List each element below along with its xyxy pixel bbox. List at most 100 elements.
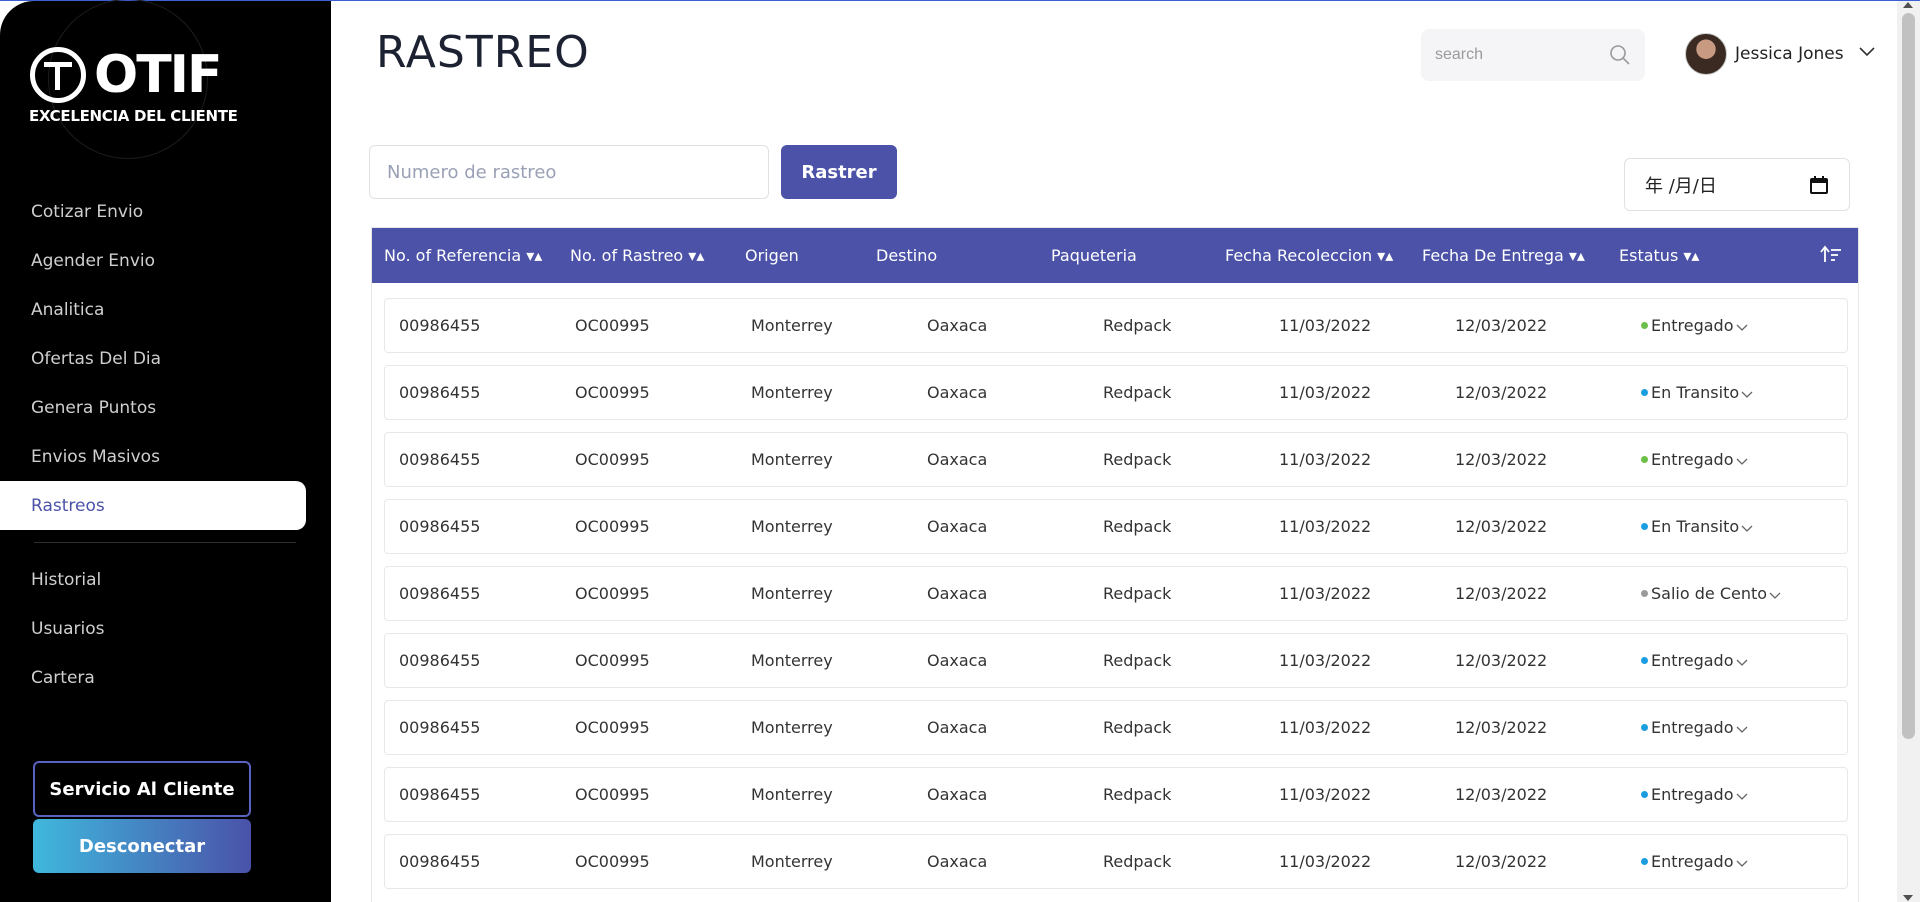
page-title: RASTREO [376, 27, 590, 78]
sidebar-item-rastreos[interactable]: Rastreos [0, 481, 306, 530]
logo-name: OTIF [94, 45, 223, 105]
sidebar-item-ofertas-del-dia[interactable]: Ofertas Del Dia [0, 334, 306, 383]
origin-cell: Monterrey [751, 316, 833, 335]
pickup-date-cell: 11/03/2022 [1279, 584, 1372, 603]
track-button[interactable]: Rastrer [781, 145, 897, 199]
status-dropdown[interactable]: Entregado [1641, 450, 1748, 469]
chevron-down-icon[interactable] [1858, 43, 1876, 61]
search-icon[interactable] [1609, 44, 1631, 66]
sidebar-item-analitica[interactable]: Analitica [0, 285, 306, 334]
column-header[interactable]: Fecha De Entrega ▾▴ [1422, 246, 1585, 265]
chevron-down-icon[interactable] [1741, 389, 1753, 399]
origin-cell: Monterrey [751, 383, 833, 402]
column-header[interactable]: Estatus ▾▴ [1619, 246, 1699, 265]
pickup-date-cell: 11/03/2022 [1279, 785, 1372, 804]
delivery-date-cell: 12/03/2022 [1455, 383, 1548, 402]
status-dropdown[interactable]: Salio de Cento [1641, 584, 1781, 603]
scrollbar[interactable] [1897, 1, 1920, 902]
avatar[interactable] [1685, 33, 1727, 75]
status-dropdown[interactable]: En Transito [1641, 383, 1753, 402]
origin-cell: Monterrey [751, 718, 833, 737]
column-header[interactable]: No. of Rastreo ▾▴ [570, 246, 704, 265]
scroll-down-arrow-icon[interactable] [1903, 895, 1913, 901]
column-header[interactable]: Destino [876, 246, 937, 265]
destination-cell: Oaxaca [927, 852, 988, 871]
chevron-down-icon[interactable] [1741, 523, 1753, 533]
sidebar: OTIF EXCELENCIA DEL CLIENTE Cotizar Envi… [0, 0, 331, 902]
delivery-date-cell: 12/03/2022 [1455, 718, 1548, 737]
sort-icon[interactable] [1820, 245, 1842, 265]
delivery-date-cell: 12/03/2022 [1455, 785, 1548, 804]
chevron-down-icon[interactable] [1736, 322, 1748, 332]
status-dropdown[interactable]: Entregado [1641, 852, 1748, 871]
status-dropdown[interactable]: En Transito [1641, 517, 1753, 536]
origin-cell: Monterrey [751, 785, 833, 804]
calendar-icon[interactable] [1809, 175, 1829, 195]
chevron-down-icon[interactable] [1769, 590, 1781, 600]
tracking-cell: OC00995 [575, 852, 650, 871]
sidebar-item-cotizar-envio[interactable]: Cotizar Envio [0, 187, 306, 236]
column-header[interactable]: No. of Referencia ▾▴ [384, 246, 542, 265]
tracking-number-input[interactable] [369, 145, 769, 199]
date-picker[interactable]: 年 /月/日 [1624, 158, 1850, 211]
column-header[interactable]: Paqueteria [1051, 246, 1137, 265]
destination-cell: Oaxaca [927, 584, 988, 603]
status-label: Entregado [1651, 785, 1734, 804]
chevron-down-icon[interactable] [1736, 858, 1748, 868]
status-dot-icon [1641, 858, 1648, 865]
sidebar-divider [34, 542, 296, 543]
status-label: En Transito [1651, 517, 1740, 536]
table-row[interactable]: 00986455 OC00995 Monterrey Oaxaca Redpack 11/… [384, 834, 1848, 889]
customer-service-button[interactable]: Servicio Al Cliente [33, 761, 251, 817]
status-dropdown[interactable]: Entregado [1641, 785, 1748, 804]
date-placeholder: 年 /月/日 [1645, 175, 1717, 197]
column-header[interactable]: Fecha Recoleccion ▾▴ [1225, 246, 1393, 265]
table-row[interactable]: 00986455 OC00995 Monterrey Oaxaca Redpack 11/… [384, 700, 1848, 755]
sidebar-item-historial[interactable]: Historial [0, 555, 306, 604]
table-row[interactable]: 00986455 OC00995 Monterrey Oaxaca Redpack 11/… [384, 767, 1848, 822]
table-row[interactable]: 00986455 OC00995 Monterrey Oaxaca Redpack 11/… [384, 432, 1848, 487]
table-row[interactable]: 00986455 OC00995 Monterrey Oaxaca Redpack 11/… [384, 365, 1848, 420]
status-dot-icon [1641, 523, 1648, 530]
status-dropdown[interactable]: Entregado [1641, 316, 1748, 335]
sidebar-item-envios-masivos[interactable]: Envios Masivos [0, 432, 306, 481]
delivery-date-cell: 12/03/2022 [1455, 450, 1548, 469]
carrier-cell: Redpack [1103, 450, 1172, 469]
column-header[interactable]: Origen [745, 246, 799, 265]
user-name[interactable]: Jessica Jones [1735, 44, 1844, 64]
table-row[interactable]: 00986455 OC00995 Monterrey Oaxaca Redpack 11/… [384, 499, 1848, 554]
sidebar-item-usuarios[interactable]: Usuarios [0, 604, 306, 653]
search-input[interactable] [1435, 46, 1605, 64]
reference-cell: 00986455 [399, 383, 481, 402]
chevron-down-icon[interactable] [1736, 657, 1748, 667]
sidebar-item-genera-puntos[interactable]: Genera Puntos [0, 383, 306, 432]
table-row[interactable]: 00986455 OC00995 Monterrey Oaxaca Redpack 11/… [384, 566, 1848, 621]
status-label: En Transito [1651, 383, 1740, 402]
table-row[interactable]: 00986455 OC00995 Monterrey Oaxaca Redpack 11/… [384, 633, 1848, 688]
pickup-date-cell: 11/03/2022 [1279, 517, 1372, 536]
chevron-down-icon[interactable] [1736, 724, 1748, 734]
scroll-up-arrow-icon[interactable] [1903, 2, 1913, 8]
carrier-cell: Redpack [1103, 852, 1172, 871]
sidebar-item-agender-envio[interactable]: Agender Envio [0, 236, 306, 285]
status-dropdown[interactable]: Entregado [1641, 651, 1748, 670]
table-row[interactable]: 00986455 OC00995 Monterrey Oaxaca Redpack 11/… [384, 298, 1848, 353]
status-label: Entregado [1651, 316, 1734, 335]
reference-cell: 00986455 [399, 517, 481, 536]
scroll-thumb[interactable] [1902, 13, 1915, 739]
status-label: Salio de Cento [1651, 584, 1768, 603]
pickup-date-cell: 11/03/2022 [1279, 718, 1372, 737]
status-dot-icon [1641, 791, 1648, 798]
origin-cell: Monterrey [751, 517, 833, 536]
status-label: Entregado [1651, 450, 1734, 469]
carrier-cell: Redpack [1103, 651, 1172, 670]
destination-cell: Oaxaca [927, 517, 988, 536]
tracking-table: No. of Referencia ▾▴ No. of Rastreo ▾▴ Ori… [371, 227, 1859, 902]
status-dropdown[interactable]: Entregado [1641, 718, 1748, 737]
search-box[interactable] [1421, 29, 1645, 81]
logout-button[interactable]: Desconectar [33, 819, 251, 873]
carrier-cell: Redpack [1103, 718, 1172, 737]
chevron-down-icon[interactable] [1736, 456, 1748, 466]
chevron-down-icon[interactable] [1736, 791, 1748, 801]
sidebar-item-cartera[interactable]: Cartera [0, 653, 306, 702]
